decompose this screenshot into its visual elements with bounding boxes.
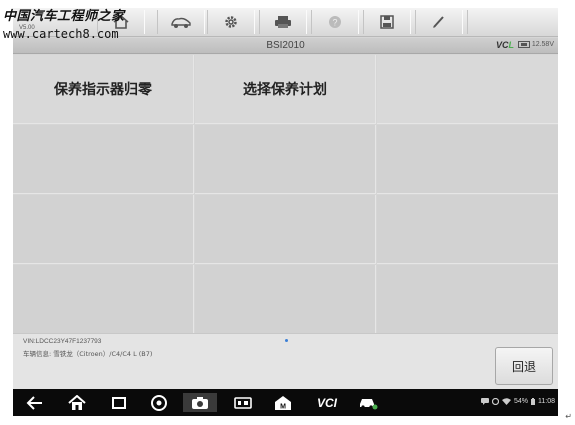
system-status-area: 54% 11:08 [480, 398, 555, 405]
save-button[interactable] [363, 10, 411, 34]
home-icon [68, 394, 86, 410]
vci-status-icon: VCL [495, 40, 514, 50]
home-icon [113, 15, 129, 29]
battery-status-icon [531, 398, 535, 405]
clock: 11:08 [538, 398, 555, 405]
pen-icon [433, 16, 444, 28]
menu-item-empty [377, 195, 558, 264]
menu-item-label: 保养指示器归零 [54, 82, 152, 98]
back-arrow-icon [26, 395, 42, 410]
toolbar-spacer [467, 10, 515, 34]
menu-item-empty [195, 195, 376, 264]
maxi-icon: M [275, 395, 291, 410]
settings-button[interactable] [207, 10, 255, 34]
printer-icon [275, 16, 291, 28]
nav-maxisys-button[interactable]: M [271, 393, 295, 412]
menu-item-empty [377, 265, 558, 333]
menu-item-empty [13, 125, 194, 194]
menu-item-reset-service-indicator[interactable]: 保养指示器归零 [13, 55, 194, 124]
vin-text: VIN:LDCC23Y47F1237793 [23, 338, 102, 345]
recent-apps-icon [112, 396, 126, 409]
menu-item-empty [13, 265, 194, 333]
settings-status-icon [491, 398, 499, 405]
battery-percent: 54% [513, 398, 528, 405]
print-button[interactable] [259, 10, 307, 34]
nav-sdcard-button[interactable] [231, 393, 255, 412]
menu-item-empty [377, 125, 558, 194]
chat-icon [480, 398, 489, 405]
top-toolbar: V5.00 ? [13, 8, 558, 37]
svg-text:?: ? [332, 18, 337, 28]
menu-item-label: 选择保养计划 [243, 82, 327, 98]
nav-back-button[interactable] [23, 393, 47, 412]
page-indicator-dot [285, 339, 288, 342]
nav-vci-button[interactable]: VCI [311, 393, 343, 412]
vci-icon: VCI [316, 395, 337, 410]
sdcard-icon [234, 396, 252, 409]
vehicle-button[interactable] [157, 10, 205, 34]
version-label: V5.00 [19, 25, 35, 31]
back-button-label: 回退 [511, 359, 536, 374]
car-icon [171, 17, 191, 28]
battery-icon [517, 41, 530, 48]
battery-voltage-value: 12.58V [531, 41, 554, 48]
wifi-icon [501, 398, 511, 405]
edit-button[interactable] [415, 10, 463, 34]
save-icon [380, 15, 394, 29]
nav-browser-button[interactable] [147, 393, 171, 412]
menu-item-empty [195, 125, 376, 194]
menu-item-select-service-plan[interactable]: 选择保养计划 [195, 55, 376, 124]
nav-recent-apps-button[interactable] [107, 393, 131, 412]
gear-icon [225, 16, 237, 28]
svg-text:M: M [280, 403, 286, 410]
car-connect-icon [360, 398, 378, 409]
home-button[interactable] [97, 10, 145, 34]
help-button[interactable]: ? [311, 10, 359, 34]
nav-camera-button[interactable] [183, 393, 217, 412]
back-button[interactable]: 回退 [495, 347, 553, 385]
function-grid: 保养指示器归零 选择保养计划 [13, 55, 558, 333]
vehicle-info-panel: VIN:LDCC23Y47F1237793 车辆信息: 雪铁龙（Citroen）… [13, 333, 558, 389]
help-icon: ? [329, 16, 341, 28]
vehicle-info-text: 车辆信息: 雪铁龙（Citroen）/C4/C4 L (B7) [23, 350, 153, 358]
menu-item-empty [377, 55, 558, 124]
menu-item-empty [195, 265, 376, 333]
title-bar: BSI2010 VCL 12.58V [13, 38, 558, 54]
nav-vehicle-connect-button[interactable] [355, 393, 381, 412]
tablet-screen: V5.00 ? BSI2010 VCL 12.58V 保养指示器归零 选择保养计… [13, 8, 558, 416]
paragraph-mark-icon: ↵ [565, 412, 572, 421]
camera-icon [192, 396, 208, 409]
android-navigation-bar: M VCI 54% 11:08 [13, 389, 558, 416]
nav-home-button[interactable] [65, 393, 89, 412]
chrome-icon [151, 394, 167, 411]
page-title: BSI2010 [266, 40, 305, 51]
battery-voltage: 12.58V [517, 41, 554, 48]
menu-item-empty [13, 195, 194, 264]
